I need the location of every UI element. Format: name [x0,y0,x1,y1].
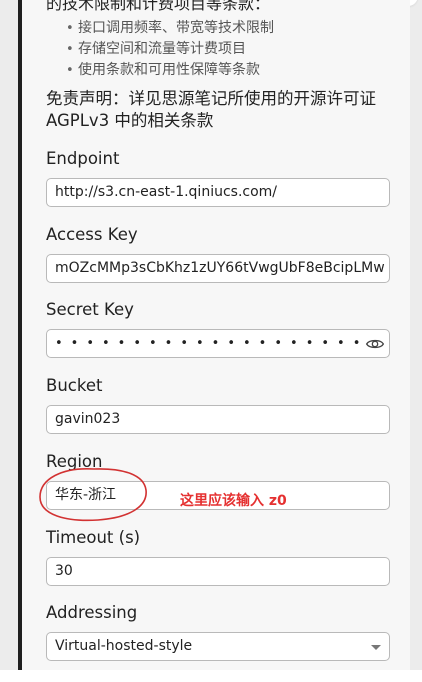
endpoint-input[interactable]: http://s3.cn-east-1.qiniucs.com/ [46,178,390,207]
annotation-circle [39,468,147,522]
secret-key-label: Secret Key [46,300,134,319]
intro-text: 的技术限制和计费项目等条款： [46,0,271,13]
settings-scroll-area[interactable]: 的技术限制和计费项目等条款： 接口调用频率、带宽等技术限制 存储空间和流量等计费… [22,0,410,670]
list-item: 存储空间和流量等计费项目 [46,39,274,60]
eye-icon[interactable] [365,334,385,354]
timeout-input[interactable]: 30 [46,557,390,586]
window-bottom-edge [0,670,422,682]
addressing-selected-value: Virtual-hosted-style [55,638,193,654]
list-item: 使用条款和可用性保障等条款 [46,60,274,81]
addressing-label: Addressing [46,603,138,622]
secret-key-masked-value: •••••••••••••••••••• [55,336,369,351]
access-key-input[interactable]: mOZcMMp3sCbKhz1zUY66tVwgUbF8eBcipLMw [46,254,390,283]
access-key-label: Access Key [46,225,138,244]
bucket-input[interactable]: gavin023 [46,405,390,434]
list-item: 接口调用频率、带宽等技术限制 [46,18,274,39]
settings-page: 的技术限制和计费项目等条款： 接口调用频率、带宽等技术限制 存储空间和流量等计费… [0,0,422,682]
disclaimer-text: 免责声明：详见思源笔记所使用的开源许可证 AGPLv3 中的相关条款 [46,89,376,130]
endpoint-label: Endpoint [46,149,120,168]
cloud-sync-settings-panel: 的技术限制和计费项目等条款： 接口调用频率、带宽等技术限制 存储空间和流量等计费… [18,0,410,670]
bucket-label: Bucket [46,376,103,395]
chevron-down-icon [371,645,381,650]
annotation-text: 这里应该输入 z0 [180,493,287,509]
timeout-label: Timeout (s) [46,528,141,547]
addressing-select[interactable]: Virtual-hosted-style [46,632,390,661]
terms-list: 接口调用频率、带宽等技术限制 存储空间和流量等计费项目 使用条款和可用性保障等条… [46,18,274,81]
secret-key-input[interactable]: •••••••••••••••••••• [46,329,390,358]
